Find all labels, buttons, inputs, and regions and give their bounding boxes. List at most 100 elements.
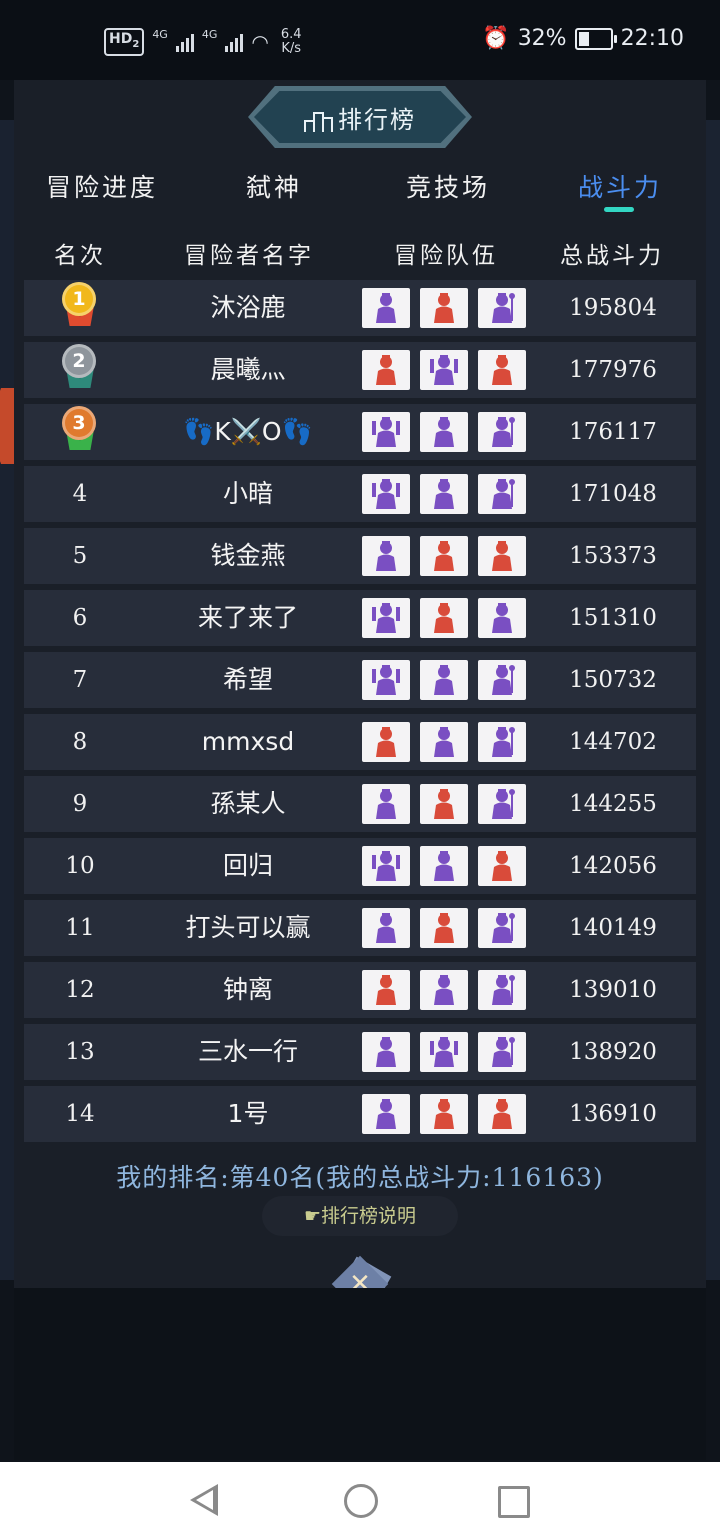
red-hero-icon[interactable]	[420, 784, 468, 824]
network-label-1: 4G	[152, 28, 168, 41]
purple-warrior-icon[interactable]	[362, 660, 410, 700]
table-row[interactable]: 2 晨曦灬 177976	[24, 342, 696, 398]
home-icon[interactable]	[344, 1484, 378, 1518]
table-row[interactable]: 9 孫某人 144255	[24, 776, 696, 832]
battery-icon	[574, 27, 617, 50]
rank-number: 14	[65, 1101, 95, 1127]
table-row[interactable]: 10 回归 142056	[24, 838, 696, 894]
player-name: 小暗	[222, 479, 273, 508]
red-hero-icon[interactable]	[362, 722, 410, 762]
table-row[interactable]: 12 钟离 139010	[24, 962, 696, 1018]
red-hero-icon[interactable]	[420, 288, 468, 328]
battery-percent: 32%	[517, 26, 567, 51]
purple-hero-icon[interactable]	[362, 784, 410, 824]
red-hero-icon[interactable]	[478, 1094, 526, 1134]
player-name: 来了来了	[197, 603, 298, 632]
red-hero-icon[interactable]	[478, 846, 526, 886]
tab-adventure-progress[interactable]: 冒险进度	[46, 168, 158, 204]
purple-hero-icon[interactable]	[362, 1094, 410, 1134]
purple-hero-icon[interactable]	[420, 846, 468, 886]
tab-arena[interactable]: 竞技场	[406, 168, 490, 204]
purple-wizard-icon[interactable]	[478, 412, 526, 452]
table-row[interactable]: 6 来了来了 151310	[24, 590, 696, 646]
player-name: 希望	[222, 665, 273, 694]
table-row[interactable]: 11 打头可以赢 140149	[24, 900, 696, 956]
combat-power-value: 138920	[569, 1039, 657, 1065]
red-hero-icon[interactable]	[420, 1094, 468, 1134]
red-hero-icon[interactable]	[420, 908, 468, 948]
table-row[interactable]: 3 👣K⚔️O👣 176117	[24, 404, 696, 460]
purple-hero-icon[interactable]	[362, 1032, 410, 1072]
player-name: 孫某人	[210, 789, 286, 818]
podium-icon	[304, 110, 333, 132]
purple-warrior-icon[interactable]	[420, 350, 468, 390]
purple-wizard-icon[interactable]	[478, 1032, 526, 1072]
background-edge-left	[0, 120, 14, 1280]
recent-apps-icon[interactable]	[498, 1486, 530, 1518]
combat-power-value: 176117	[569, 419, 657, 445]
active-tab-indicator	[604, 207, 634, 212]
red-hero-icon[interactable]	[420, 598, 468, 638]
table-row[interactable]: 14 1号 136910	[24, 1086, 696, 1142]
my-rank-text: 我的排名:第40名(我的总战斗力:116163)	[116, 1163, 604, 1192]
red-hero-icon[interactable]	[362, 350, 410, 390]
team-heroes	[362, 784, 526, 824]
combat-power-value: 144702	[569, 729, 657, 755]
purple-wizard-icon[interactable]	[478, 784, 526, 824]
table-row[interactable]: 8 mmxsd 144702	[24, 714, 696, 770]
purple-wizard-icon[interactable]	[478, 722, 526, 762]
purple-wizard-icon[interactable]	[478, 660, 526, 700]
table-row[interactable]: 4 小暗 171048	[24, 466, 696, 522]
red-hero-icon[interactable]	[420, 536, 468, 576]
player-name: 1号	[227, 1099, 269, 1128]
red-hero-icon[interactable]	[362, 970, 410, 1010]
purple-hero-icon[interactable]	[478, 598, 526, 638]
purple-warrior-icon[interactable]	[362, 846, 410, 886]
column-header-power: 总战斗力	[560, 243, 664, 269]
tab-combat-power[interactable]: 战斗力	[578, 168, 662, 204]
network-label-2: 4G	[201, 28, 218, 41]
purple-hero-icon[interactable]	[362, 908, 410, 948]
table-row[interactable]: 5 钱金燕 153373	[24, 528, 696, 584]
table-row[interactable]: 1 沐浴鹿 195804	[24, 280, 696, 336]
purple-hero-icon[interactable]	[420, 722, 468, 762]
bronze-medal-icon: 3	[62, 406, 98, 452]
status-bar: HD2 4G 4G ◠ 6.4 K/s ⏰ 32% 22:10	[0, 0, 720, 80]
combat-power-value: 151310	[569, 605, 657, 631]
purple-warrior-icon[interactable]	[420, 1032, 468, 1072]
purple-hero-icon[interactable]	[362, 536, 410, 576]
purple-hero-icon[interactable]	[420, 660, 468, 700]
hd-icon: HD2	[104, 28, 145, 56]
combat-power-value: 150732	[569, 667, 657, 693]
purple-wizard-icon[interactable]	[478, 288, 526, 328]
red-hero-icon[interactable]	[478, 350, 526, 390]
table-row[interactable]: 7 希望 150732	[24, 652, 696, 708]
player-name: 回归	[222, 851, 273, 880]
purple-warrior-icon[interactable]	[362, 412, 410, 452]
red-hero-icon[interactable]	[478, 536, 526, 576]
page-title: 排行榜	[248, 100, 472, 135]
player-name: 晨曦灬	[210, 355, 286, 384]
team-heroes	[362, 970, 526, 1010]
team-heroes	[362, 908, 526, 948]
rank-number: 12	[65, 977, 95, 1003]
combat-power-value: 195804	[569, 295, 657, 321]
purple-wizard-icon[interactable]	[478, 970, 526, 1010]
purple-wizard-icon[interactable]	[478, 474, 526, 514]
rank-number: 13	[65, 1039, 95, 1065]
combat-power-value: 142056	[569, 853, 657, 879]
purple-hero-icon[interactable]	[420, 970, 468, 1010]
tab-god-slayer[interactable]: 弑神	[246, 168, 302, 204]
combat-power-value: 140149	[569, 915, 657, 941]
leaderboard-explain-button[interactable]: ☛排行榜说明	[262, 1196, 458, 1236]
purple-hero-icon[interactable]	[420, 412, 468, 452]
team-heroes	[362, 536, 526, 576]
purple-warrior-icon[interactable]	[362, 474, 410, 514]
purple-warrior-icon[interactable]	[362, 598, 410, 638]
purple-hero-icon[interactable]	[362, 288, 410, 328]
purple-hero-icon[interactable]	[420, 474, 468, 514]
purple-wizard-icon[interactable]	[478, 908, 526, 948]
background-bottom	[14, 1288, 706, 1460]
table-row[interactable]: 13 三水一行 138920	[24, 1024, 696, 1080]
player-name: 👣K⚔️O👣	[183, 417, 313, 446]
